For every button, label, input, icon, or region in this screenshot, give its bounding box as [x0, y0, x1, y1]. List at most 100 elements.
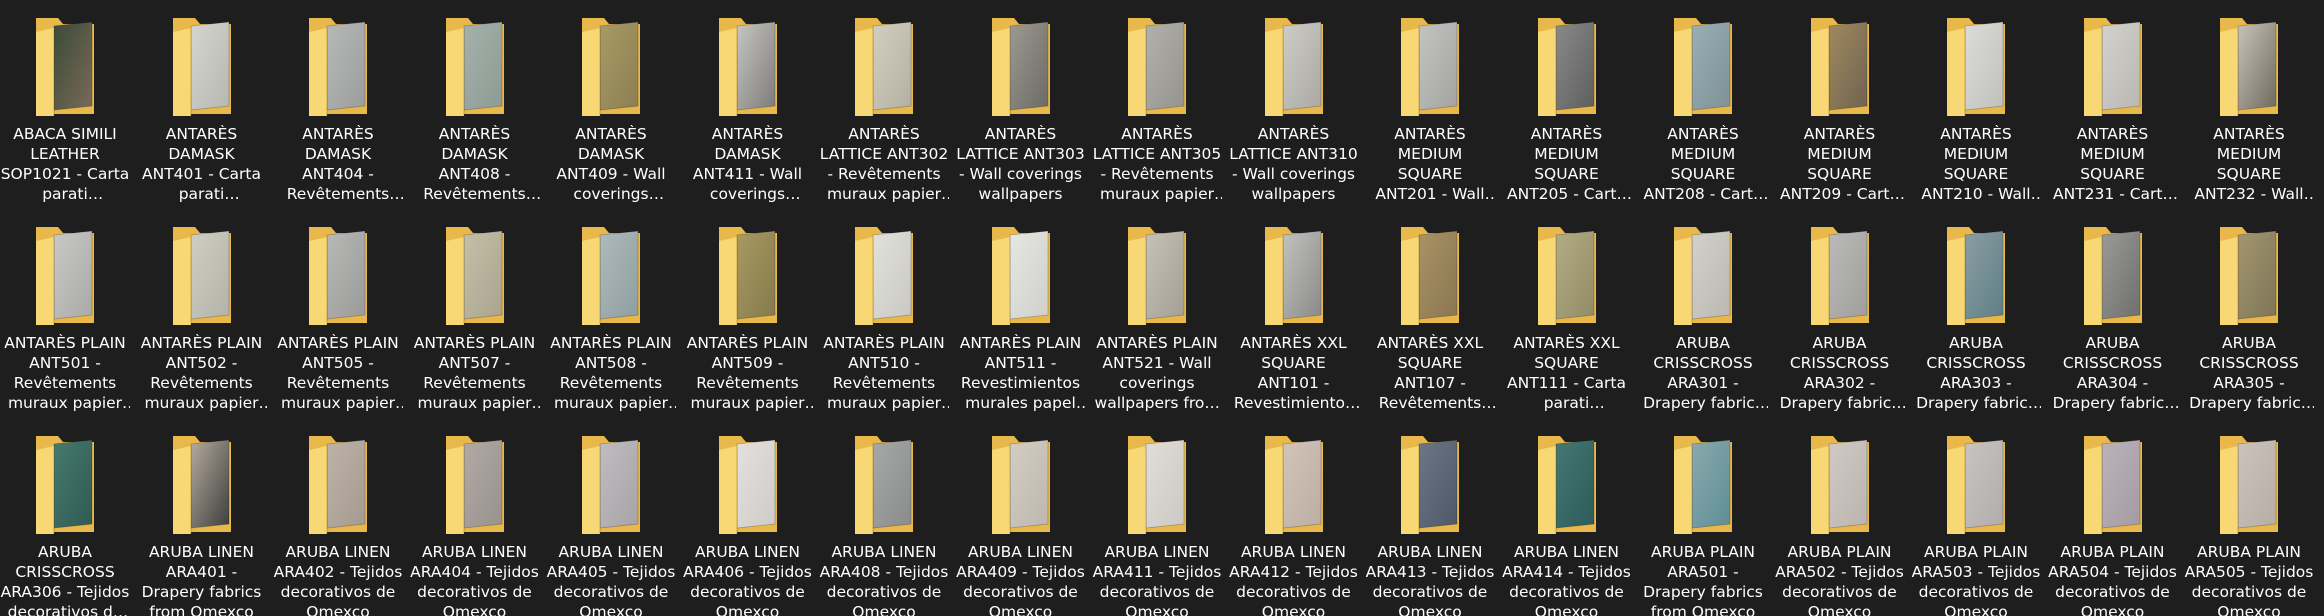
folder-item[interactable]: ANTARÈS MEDIUM SQUARE ANT205 - Carta par… [1502, 14, 1632, 219]
folder-item[interactable]: ANTARÈS MEDIUM SQUARE ANT209 - Carta par… [1775, 14, 1905, 219]
folder-item[interactable]: ANTARÈS PLAIN ANT511 - Revestimientos mu… [956, 223, 1086, 428]
folder-label: ARUBA LINEN ARA401 - Drapery fabrics fro… [141, 543, 262, 616]
folder-item[interactable]: ANTARÈS XXL SQUARE ANT107 - Revêtements … [1365, 223, 1495, 428]
folder-icon [715, 432, 781, 538]
folder-item[interactable]: ANTARÈS LATTICE ANT305 - Revêtements mur… [1092, 14, 1222, 219]
folder-icon [715, 14, 781, 120]
folder-label: ANTARÈS MEDIUM SQUARE ANT201 - Wall cove… [1375, 125, 1485, 203]
folder-icon [851, 14, 917, 120]
folder-item[interactable]: ARUBA LINEN ARA412 - Tejidos decorativos… [1229, 432, 1359, 616]
folder-item[interactable]: ARUBA PLAIN ARA502 - Tejidos decorativos… [1775, 432, 1905, 616]
folder-item[interactable]: ARUBA PLAIN ARA504 - Tejidos decorativos… [2048, 432, 2178, 616]
folder-item[interactable]: ANTARÈS PLAIN ANT510 - Revêtements murau… [819, 223, 949, 428]
folder-icon [2216, 432, 2282, 538]
folder-item[interactable]: ANTARÈS PLAIN ANT521 - Wall coverings wa… [1092, 223, 1222, 428]
folder-item[interactable]: ARUBA LINEN ARA414 - Tejidos decorativos… [1502, 432, 1632, 616]
folder-label: ARUBA CRISSCROSS ARA302 - Drapery fabric… [1779, 334, 1900, 412]
folder-item[interactable]: ARUBA CRISSCROSS ARA305 - Drapery fabric… [2184, 223, 2314, 428]
folder-item[interactable]: ARUBA LINEN ARA411 - Tejidos decorativos… [1092, 432, 1222, 616]
folder-item[interactable]: ARUBA LINEN ARA413 - Tejidos decorativos… [1365, 432, 1495, 616]
folder-icon [1670, 223, 1736, 329]
folder-icon [1397, 223, 1463, 329]
folder-label: ANTARÈS XXL SQUARE ANT107 - Revêtements … [1376, 334, 1484, 412]
folder-item[interactable]: ANTARÈS MEDIUM SQUARE ANT231 - Carta par… [2048, 14, 2178, 219]
folder-item[interactable]: ARUBA CRISSCROSS ARA303 - Drapery fabric… [1911, 223, 2041, 428]
folder-item[interactable]: ANTARÈS PLAIN ANT505 - Revêtements murau… [273, 223, 403, 428]
folder-label: ARUBA PLAIN ARA503 - Tejidos decorativos… [1911, 543, 2041, 616]
folder-item[interactable]: ARUBA LINEN ARA408 - Tejidos decorativos… [819, 432, 949, 616]
folder-item[interactable]: ANTARÈS DAMASK ANT411 - Wall coverings w… [683, 14, 813, 219]
folder-item[interactable]: ANTARÈS DAMASK ANT409 - Wall coverings w… [546, 14, 676, 219]
folder-label: ARUBA LINEN ARA404 - Tejidos decorativos… [410, 543, 539, 616]
folder-icon [988, 223, 1054, 329]
folder-label: ANTARÈS DAMASK ANT401 - Carta parati tap… [142, 125, 261, 203]
folder-item[interactable]: ANTARÈS PLAIN ANT501 - Revêtements murau… [0, 223, 130, 428]
folder-item[interactable]: ANTARÈS PLAIN ANT509 - Revêtements murau… [683, 223, 813, 428]
folder-item[interactable]: ARUBA LINEN ARA402 - Tejidos decorativos… [273, 432, 403, 616]
folder-item[interactable]: ARUBA LINEN ARA409 - Tejidos decorativos… [956, 432, 1086, 616]
folder-item[interactable]: ANTARÈS PLAIN ANT507 - Revêtements murau… [410, 223, 540, 428]
folder-icon [578, 14, 644, 120]
folder-item[interactable]: ANTARÈS MEDIUM SQUARE ANT232 - Wall cove… [2184, 14, 2314, 219]
folder-icon [988, 432, 1054, 538]
folder-icon [169, 14, 235, 120]
folder-icon [1807, 432, 1873, 538]
folder-item[interactable]: ARUBA LINEN ARA406 - Tejidos decorativos… [683, 432, 813, 616]
folder-icon [32, 432, 98, 538]
folder-label: ANTARÈS XXL SQUARE ANT111 - Carta parati… [1507, 334, 1626, 412]
folder-label: ARUBA CRISSCROSS ARA303 - Drapery fabric… [1916, 334, 2036, 412]
folder-item[interactable]: ANTARÈS LATTICE ANT302 - Revêtements mur… [819, 14, 949, 219]
folder-item[interactable]: ANTARÈS MEDIUM SQUARE ANT201 - Wall cove… [1365, 14, 1495, 219]
folder-item[interactable]: ANTARÈS DAMASK ANT408 - Revêtements mura… [410, 14, 540, 219]
folder-icon [2080, 223, 2146, 329]
folder-icon [2080, 432, 2146, 538]
folder-item[interactable]: ABACA SIMILI LEATHER SOP1021 - Carta par… [0, 14, 130, 219]
folder-item[interactable]: ANTARÈS DAMASK ANT401 - Carta parati tap… [137, 14, 267, 219]
folder-item[interactable]: ARUBA LINEN ARA405 - Tejidos decorativos… [546, 432, 676, 616]
folder-icon [1534, 14, 1600, 120]
folder-icon [1397, 432, 1463, 538]
folder-label: ANTARÈS LATTICE ANT310 - Wall coverings … [1229, 125, 1358, 203]
folder-item[interactable]: ANTARÈS DAMASK ANT404 - Revêtements mura… [273, 14, 403, 219]
folder-item[interactable]: ARUBA CRISSCROSS ARA304 - Drapery fabric… [2048, 223, 2178, 428]
folder-item[interactable]: ARUBA LINEN ARA404 - Tejidos decorativos… [410, 432, 540, 616]
folder-label: ARUBA PLAIN ARA501 - Drapery fabrics fro… [1643, 543, 1763, 616]
folder-icon [851, 223, 917, 329]
folder-label: ANTARÈS MEDIUM SQUARE ANT231 - Carta par… [2053, 125, 2172, 203]
folder-item[interactable]: ARUBA CRISSCROSS ARA306 - Tejidos decora… [0, 432, 130, 616]
folder-item[interactable]: ARUBA CRISSCROSS ARA302 - Drapery fabric… [1775, 223, 1905, 428]
folder-label: ANTARÈS PLAIN ANT509 - Revêtements murau… [686, 334, 809, 412]
folder-label: ANTARÈS PLAIN ANT501 - Revêtements murau… [4, 334, 126, 412]
folder-icon [1124, 223, 1190, 329]
folder-item[interactable]: ARUBA CRISSCROSS ARA301 - Drapery fabric… [1638, 223, 1768, 428]
folder-icon [2080, 14, 2146, 120]
folder-item[interactable]: ARUBA PLAIN ARA503 - Tejidos decorativos… [1911, 432, 2041, 616]
folder-item[interactable]: ANTARÈS XXL SQUARE ANT101 - Revestimient… [1229, 223, 1359, 428]
folder-item[interactable]: ARUBA PLAIN ARA505 - Tejidos decorativos… [2184, 432, 2314, 616]
folder-label: ANTARÈS PLAIN ANT507 - Revêtements murau… [413, 334, 536, 412]
folder-item[interactable]: ANTARÈS XXL SQUARE ANT111 - Carta parati… [1502, 223, 1632, 428]
folder-icon [1261, 223, 1327, 329]
folder-icon [1124, 14, 1190, 120]
folder-item[interactable]: ANTARÈS MEDIUM SQUARE ANT208 - Carta par… [1638, 14, 1768, 219]
folder-icon [1943, 14, 2009, 120]
folder-item[interactable]: ANTARÈS PLAIN ANT508 - Revêtements murau… [546, 223, 676, 428]
folder-icon [1261, 14, 1327, 120]
folder-item[interactable]: ARUBA LINEN ARA401 - Drapery fabrics fro… [137, 432, 267, 616]
folder-item[interactable]: ANTARÈS MEDIUM SQUARE ANT210 - Wall cove… [1911, 14, 2041, 219]
folder-label: ANTARÈS PLAIN ANT508 - Revêtements murau… [550, 334, 672, 412]
folder-icon [305, 432, 371, 538]
folder-icon [442, 223, 508, 329]
folder-icon [988, 14, 1054, 120]
folder-label: ANTARÈS MEDIUM SQUARE ANT209 - Carta par… [1780, 125, 1899, 203]
folder-item[interactable]: ARUBA PLAIN ARA501 - Drapery fabrics fro… [1638, 432, 1768, 616]
folder-label: ARUBA CRISSCROSS ARA306 - Tejidos decora… [0, 543, 130, 616]
folder-icon [1807, 14, 1873, 120]
folder-label: ANTARÈS MEDIUM SQUARE ANT232 - Wall cove… [2194, 125, 2304, 203]
folder-label: ANTARÈS MEDIUM SQUARE ANT208 - Carta par… [1643, 125, 1763, 203]
folder-item[interactable]: ANTARÈS LATTICE ANT310 - Wall coverings … [1229, 14, 1359, 219]
folder-label: ARUBA PLAIN ARA505 - Tejidos decorativos… [2184, 543, 2314, 616]
folder-label: ANTARÈS MEDIUM SQUARE ANT210 - Wall cove… [1921, 125, 2031, 203]
folder-item[interactable]: ANTARÈS LATTICE ANT303 - Wall coverings … [956, 14, 1086, 219]
folder-item[interactable]: ANTARÈS PLAIN ANT502 - Revêtements murau… [137, 223, 267, 428]
